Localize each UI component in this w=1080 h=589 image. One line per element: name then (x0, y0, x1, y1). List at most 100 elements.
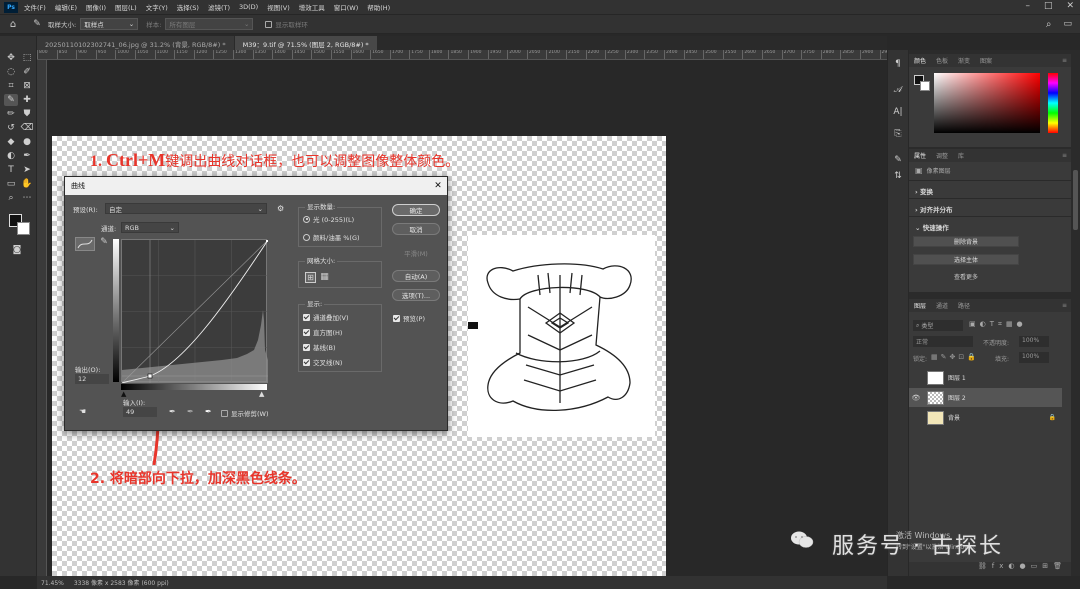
menu-3d[interactable]: 3D(D) (239, 3, 258, 11)
preset-select[interactable]: 自定 ⌄ (105, 203, 267, 214)
tab-properties[interactable]: 属性 (909, 151, 931, 160)
preset-gear-icon[interactable]: ⚙ (277, 204, 284, 213)
menu-edit[interactable]: 编辑(E) (55, 2, 77, 12)
artboard-tool-icon[interactable]: ⬚ (20, 52, 34, 64)
layer-row[interactable]: 背景 🔒 (909, 408, 1062, 427)
history-icon[interactable]: ⎘ (891, 128, 905, 140)
cancel-button[interactable]: 取消 (392, 223, 440, 235)
tab-libraries[interactable]: 库 (953, 151, 969, 160)
stamp-tool-icon[interactable]: ⛊ (20, 108, 34, 120)
quick-mask-icon[interactable]: ◙ (10, 244, 24, 256)
output-field[interactable]: 12 (75, 374, 109, 384)
detailed-grid-icon[interactable]: ▦ (319, 272, 330, 283)
crop-tool-icon[interactable]: ⌗ (4, 80, 18, 92)
tab-channels[interactable]: 通道 (931, 301, 953, 310)
character-icon[interactable]: A| (891, 106, 905, 118)
black-point-eyedropper-icon[interactable]: ✒ (169, 407, 176, 416)
tab-layers[interactable]: 图层 (909, 301, 931, 310)
eyedropper-icon[interactable]: ✎ (26, 19, 48, 29)
zoom-level[interactable]: 71.45% (41, 580, 64, 587)
home-icon[interactable]: ⌂ (0, 19, 26, 30)
panel-menu-icon[interactable]: ≡ (1057, 57, 1071, 64)
type-tool-icon[interactable]: T (4, 164, 18, 176)
white-slider-icon[interactable]: ▲ (259, 390, 264, 398)
layer-actions-bar[interactable]: ⛓fx◐●▭⊞🗑 (909, 562, 1071, 576)
histogram-checkbox[interactable] (303, 328, 310, 336)
menu-filter[interactable]: 滤镜(T) (208, 2, 230, 12)
bg-swatch[interactable] (920, 81, 930, 91)
history-brush-icon[interactable]: ↺ (4, 122, 18, 134)
hand-tool-icon[interactable]: ✋ (20, 178, 34, 190)
tab-gradients[interactable]: 渐变 (953, 56, 975, 65)
white-point-eyedropper-icon[interactable]: ✒ (205, 407, 212, 416)
color-picker-field[interactable] (934, 73, 1040, 133)
close-icon[interactable]: ✕ (1066, 1, 1074, 11)
brush-settings-icon[interactable]: ✎ (891, 154, 905, 166)
ok-button[interactable]: 确定 (392, 204, 440, 216)
transform-section[interactable]: › 变换 (915, 186, 933, 196)
panel-menu-icon[interactable]: ≡ (1057, 302, 1071, 309)
panel-scrollbar[interactable] (1071, 50, 1080, 576)
select-subject-button[interactable]: 选择主体 (913, 254, 1019, 265)
tab-color[interactable]: 颜色 (909, 56, 931, 65)
intersection-checkbox[interactable] (303, 358, 310, 366)
dialog-titlebar[interactable]: 曲线 ✕ (65, 177, 447, 195)
channel-overlay-checkbox[interactable] (303, 313, 310, 321)
smooth-button[interactable]: 平滑(M) (392, 247, 440, 259)
lock-icons[interactable]: ▦✎✥⊡🔒 (931, 353, 979, 361)
background-color[interactable] (17, 222, 30, 235)
lasso-tool-icon[interactable]: ◌ (4, 66, 18, 78)
tab-adjustments[interactable]: 调整 (931, 151, 953, 160)
menu-select[interactable]: 选择(S) (177, 2, 199, 12)
tab-paths[interactable]: 路径 (953, 301, 975, 310)
scrollbar-thumb[interactable] (1073, 170, 1078, 230)
preview-checkbox[interactable] (393, 314, 400, 322)
opacity-field[interactable]: 100% (1019, 336, 1049, 347)
glyph-icon[interactable]: 𝒜 (891, 84, 905, 96)
zoom-tool-icon[interactable]: ⌕ (4, 192, 18, 204)
dodge-tool-icon[interactable]: ◐ (4, 150, 18, 162)
tab-swatches[interactable]: 色板 (931, 56, 953, 65)
eraser-tool-icon[interactable]: ⌫ (20, 122, 34, 134)
auto-button[interactable]: 自动(A) (392, 270, 440, 282)
tab-document-2[interactable]: M39：9.tif @ 71.5% (图层 2, RGB/8#) * (234, 36, 377, 50)
menu-type[interactable]: 文字(Y) (146, 2, 168, 12)
curve-point-tool-icon[interactable] (75, 237, 95, 251)
layer-row-selected[interactable]: 👁 图层 2 (909, 388, 1062, 407)
search-icon[interactable]: ⌕ (1046, 19, 1052, 30)
path-select-icon[interactable]: ➤ (20, 164, 34, 176)
blur-tool-icon[interactable]: ● (20, 136, 34, 148)
fill-field[interactable]: 100% (1019, 352, 1049, 363)
input-field[interactable]: 49 (123, 407, 157, 417)
eye-icon[interactable]: 👁 (909, 394, 923, 402)
hue-slider[interactable] (1048, 73, 1058, 133)
bucket-tool-icon[interactable]: ◆ (4, 136, 18, 148)
maximize-icon[interactable]: □ (1044, 1, 1053, 11)
menu-window[interactable]: 窗口(W) (334, 2, 359, 12)
align-section[interactable]: › 对齐并分布 (915, 204, 952, 214)
view-more-link[interactable]: 查看更多 (913, 272, 1019, 281)
menu-layer[interactable]: 图层(L) (115, 2, 137, 12)
remove-background-button[interactable]: 删除背景 (913, 236, 1019, 247)
sample-select[interactable]: 所有图层 ⌄ (165, 18, 254, 30)
menu-help[interactable]: 帮助(H) (367, 2, 390, 12)
tab-document-1[interactable]: 20250110102302741_06.jpg @ 31.2% (背景, RG… (37, 36, 234, 50)
minimize-icon[interactable]: – (1025, 1, 1030, 11)
quick-actions-section[interactable]: ⌄ 快速操作 (915, 222, 949, 232)
simple-grid-icon[interactable]: ⊞ (305, 272, 316, 283)
eyedropper-tool-icon[interactable]: ✎ (4, 94, 18, 106)
quick-select-icon[interactable]: ✐ (20, 66, 34, 78)
menu-file[interactable]: 文件(F) (24, 2, 46, 12)
curve-graph[interactable] (121, 239, 269, 384)
workspace-icon[interactable]: ▭ (1063, 19, 1072, 29)
layer-filter-icons[interactable]: ▣◐T⌗▦● (969, 320, 1027, 329)
menu-image[interactable]: 图像(I) (86, 2, 106, 12)
baseline-checkbox[interactable] (303, 343, 310, 351)
adjust-sliders-icon[interactable]: ⇅ (891, 170, 905, 182)
on-image-adjust-icon[interactable]: ☚ (79, 407, 86, 416)
blend-mode-select[interactable]: 正常 (913, 336, 973, 347)
light-radio[interactable] (303, 215, 310, 223)
menu-view[interactable]: 视图(V) (267, 2, 290, 12)
layer-row[interactable]: 图层 1 (909, 368, 1062, 387)
frame-tool-icon[interactable]: ⊠ (20, 80, 34, 92)
